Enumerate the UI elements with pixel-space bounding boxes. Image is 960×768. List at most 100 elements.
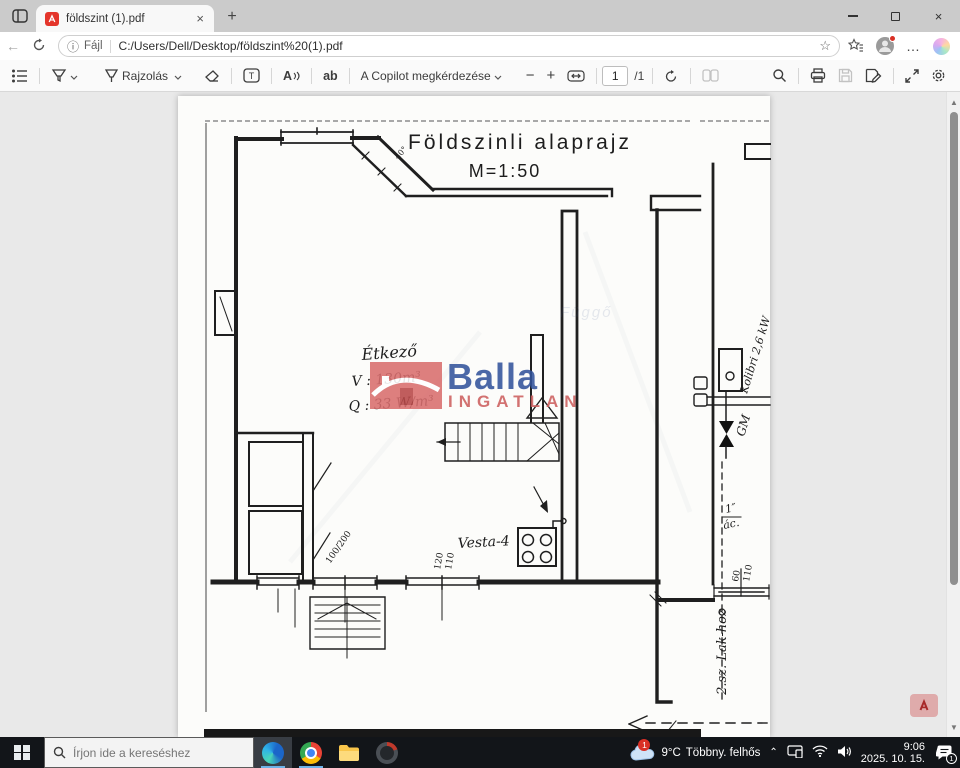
- profile-avatar[interactable]: [876, 37, 894, 55]
- translate-button[interactable]: ab: [317, 63, 344, 89]
- mid-dim-h-label: 110: [444, 552, 457, 571]
- favorites-hub-button[interactable]: [848, 38, 864, 54]
- fullscreen-button[interactable]: [899, 63, 925, 89]
- more-menu-button[interactable]: …: [906, 38, 921, 54]
- tray-chevron-icon[interactable]: ⌃: [769, 747, 777, 758]
- system-tray: 1 9°C Többny. felhős ⌃ 9:06 2025. 10. 15…: [630, 737, 960, 768]
- toolbar-separator: [231, 68, 232, 84]
- scroll-thumb[interactable]: [950, 112, 958, 585]
- scan-bleedthrough-text: Függő: [560, 304, 613, 321]
- scan-creases: [290, 232, 690, 562]
- add-text-button[interactable]: T: [237, 63, 266, 89]
- taskbar-edge-icon[interactable]: [254, 737, 292, 768]
- room-label: Étkező: [360, 340, 419, 364]
- pdf-favicon-icon: [45, 12, 59, 26]
- search-document-button[interactable]: [766, 63, 793, 89]
- url-bar[interactable]: ⓘ Fájl C:/Users/Dell/Desktop/földszint%2…: [58, 35, 840, 57]
- weather-widget[interactable]: 1 9°C Többny. felhős: [630, 743, 760, 763]
- highlight-button[interactable]: [45, 63, 84, 89]
- clock-time: 9:06: [861, 741, 925, 753]
- weather-alert-badge: 1: [638, 739, 650, 751]
- draw-button[interactable]: Rajzolás: [98, 63, 188, 89]
- heatload-label: Q : 33 W/m³: [348, 393, 435, 415]
- taskbar-search[interactable]: [44, 737, 254, 768]
- bookmark-star-button[interactable]: ☆: [819, 38, 831, 54]
- refresh-button[interactable]: [26, 38, 52, 55]
- close-button[interactable]: ×: [917, 0, 960, 32]
- tab-actions-icon[interactable]: [10, 7, 30, 25]
- window-controls: ×: [831, 0, 960, 32]
- save-as-button[interactable]: [859, 63, 888, 89]
- fit-width-button[interactable]: [561, 63, 591, 89]
- scroll-up-button[interactable]: ▲: [947, 96, 960, 110]
- toc-button[interactable]: [6, 63, 34, 89]
- maximize-button[interactable]: [874, 0, 917, 32]
- angle-note-label: 40°: [393, 145, 409, 162]
- svg-text:T: T: [249, 71, 255, 81]
- erase-button[interactable]: [198, 63, 226, 89]
- scroll-down-button[interactable]: ▼: [947, 721, 960, 735]
- tab-title: földszint (1).pdf: [66, 13, 192, 25]
- stove-label: Vesta-4: [457, 533, 510, 552]
- central-staircase: [437, 423, 559, 461]
- chevron-down-icon: [494, 69, 502, 83]
- zoom-out-button[interactable]: −: [520, 63, 541, 89]
- rotate-button[interactable]: [658, 63, 685, 89]
- navigation-bar: ← ⓘ Fájl C:/Users/Dell/Desktop/földszint…: [0, 32, 960, 60]
- save-button[interactable]: [832, 63, 859, 89]
- toolbar-separator: [798, 68, 799, 84]
- right-dim-h-label: 110: [742, 564, 755, 583]
- plan-labels: Földszinli alaprajz M=1:50 Étkező V : 13…: [324, 131, 773, 696]
- pdf-content-area[interactable]: Földszinli alaprajz M=1:50 Étkező V : 13…: [0, 92, 960, 737]
- start-button[interactable]: [0, 737, 44, 768]
- vertical-scrollbar[interactable]: ▲ ▼: [946, 92, 960, 737]
- ask-copilot-label: A Copilot megkérdezése: [361, 69, 491, 83]
- settings-button[interactable]: [925, 63, 952, 89]
- read-aloud-label: A: [283, 69, 292, 83]
- draw-label: Rajzolás: [122, 69, 168, 83]
- floor-plan-svg: Földszinli alaprajz M=1:50 Étkező V : 13…: [0, 92, 960, 737]
- toolbar-separator: [893, 68, 894, 84]
- info-icon[interactable]: ⓘ: [67, 38, 79, 55]
- copilot-icon[interactable]: [933, 38, 950, 55]
- page-view-button[interactable]: [696, 63, 725, 89]
- browser-actions: …: [848, 37, 958, 55]
- taskbar-chrome-icon[interactable]: [292, 737, 330, 768]
- taskbar-app-icon[interactable]: [368, 737, 406, 768]
- tab-close-button[interactable]: ×: [192, 11, 208, 26]
- zoom-in-button[interactable]: +: [541, 63, 562, 89]
- minimize-button[interactable]: [831, 0, 874, 32]
- toolbar-separator: [349, 68, 350, 84]
- url-text[interactable]: C:/Users/Dell/Desktop/földszint%20(1).pd…: [119, 39, 820, 53]
- taskbar-explorer-icon[interactable]: [330, 737, 368, 768]
- toolbar-separator: [652, 68, 653, 84]
- toolbar-separator: [311, 68, 312, 84]
- weather-condition: Többny. felhős: [686, 747, 761, 759]
- clock[interactable]: 9:06 2025. 10. 15.: [861, 741, 925, 765]
- toolbar-separator: [271, 68, 272, 84]
- weather-temp: 9°C: [661, 747, 680, 759]
- search-input[interactable]: [73, 746, 243, 760]
- page-number-input[interactable]: [602, 66, 628, 86]
- toolbar-separator: [596, 68, 597, 84]
- adobe-pdf-fab-button[interactable]: [910, 694, 938, 717]
- neighbor-note-label: 2.sz. Lak-hoz: [715, 609, 730, 696]
- ask-copilot-button[interactable]: A Copilot megkérdezése: [355, 63, 508, 89]
- back-button[interactable]: ←: [0, 38, 26, 54]
- pdf-tab[interactable]: földszint (1).pdf ×: [36, 5, 214, 32]
- wifi-icon[interactable]: [812, 745, 828, 760]
- pipe-material-label: ác.: [722, 516, 741, 532]
- windows-logo-icon: [14, 745, 30, 761]
- page-count-label: /1: [634, 69, 644, 83]
- taskbar: 1 9°C Többny. felhős ⌃ 9:06 2025. 10. 15…: [0, 737, 960, 768]
- titlebar: földszint (1).pdf × + ×: [0, 0, 960, 32]
- read-aloud-button[interactable]: A: [277, 63, 306, 89]
- pipe-size-label: 1″: [724, 501, 738, 516]
- new-tab-button[interactable]: +: [222, 8, 242, 26]
- notification-center-button[interactable]: 1: [934, 744, 954, 762]
- print-button[interactable]: [804, 63, 832, 89]
- volume-icon[interactable]: [837, 745, 852, 761]
- volume-label: V : 130m³: [351, 369, 422, 390]
- cast-device-icon[interactable]: [787, 745, 803, 761]
- floor-plan-walls: [204, 128, 770, 737]
